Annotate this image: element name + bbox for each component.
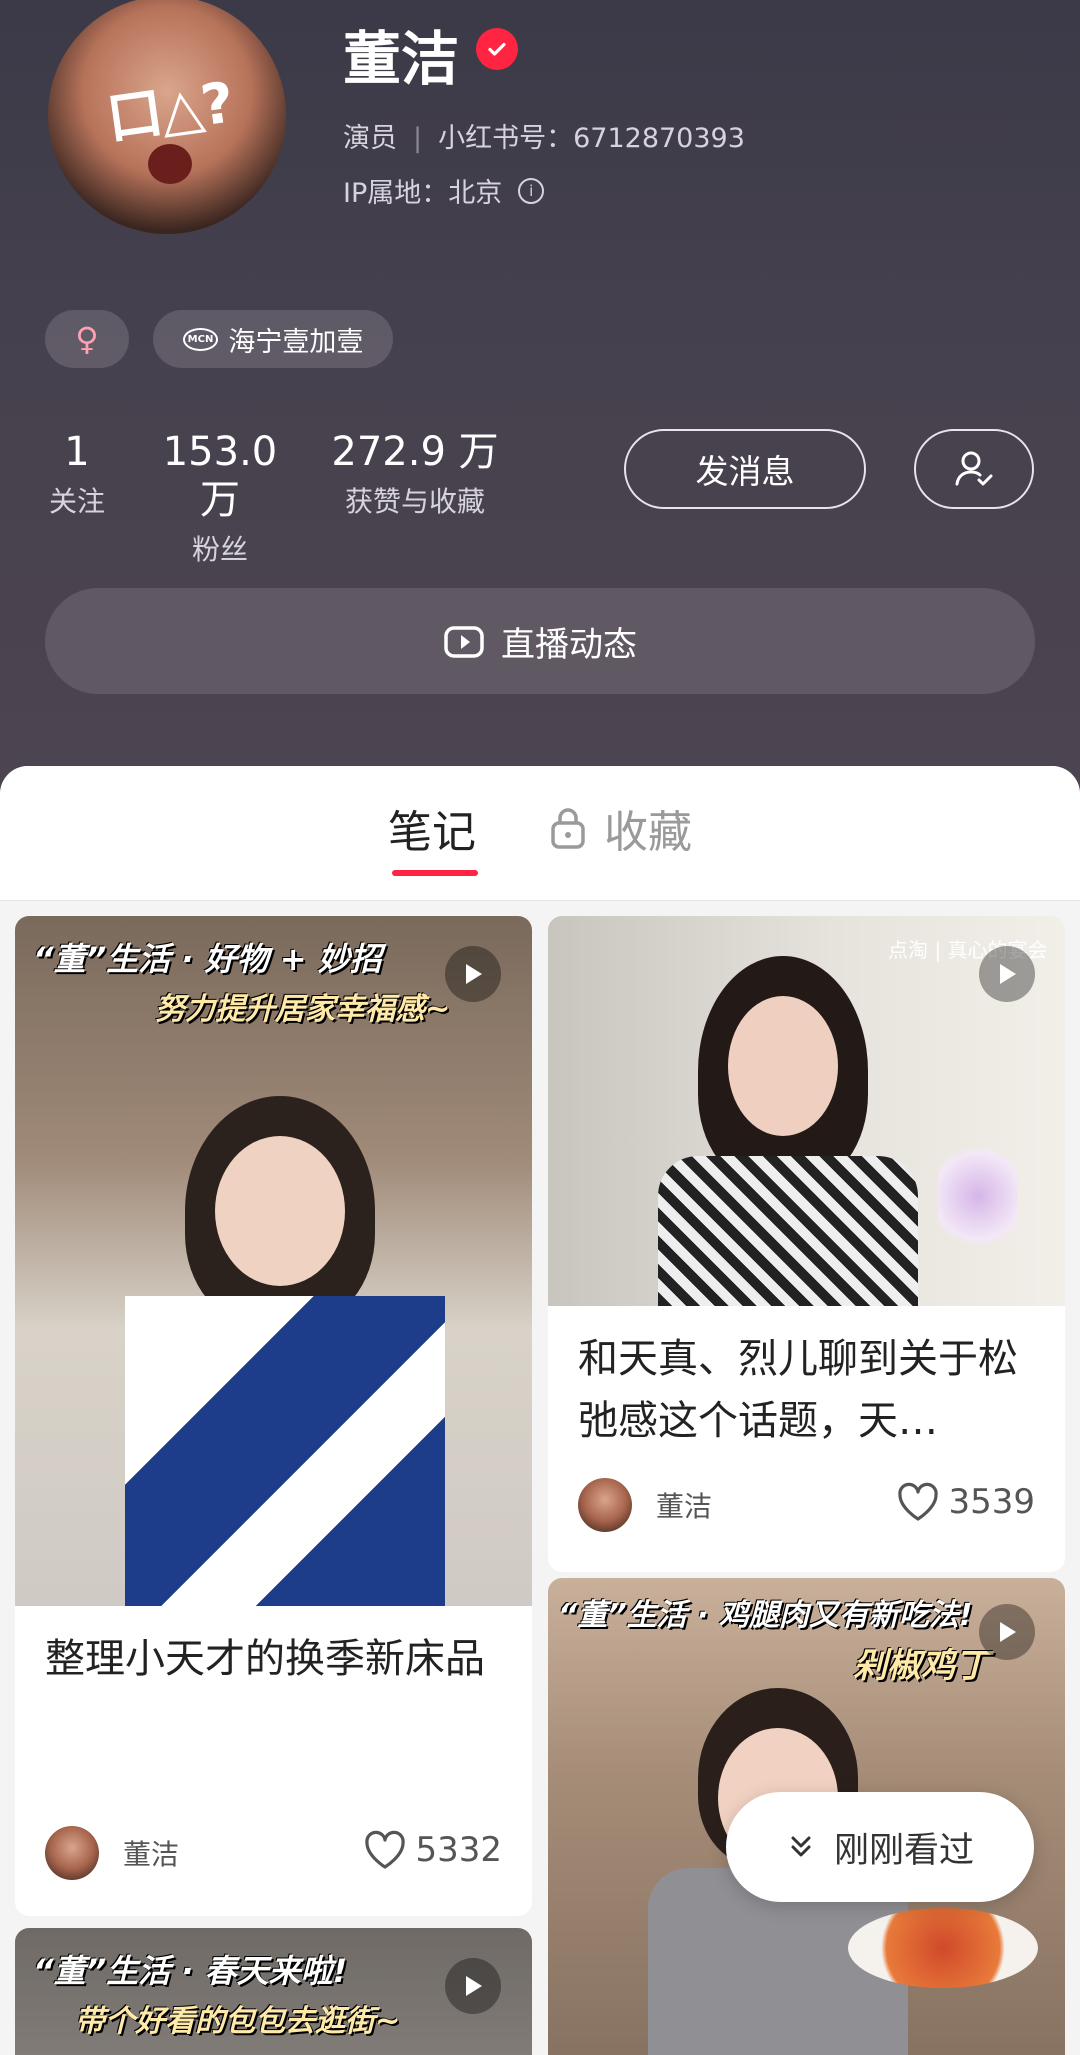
- active-tab-indicator: [392, 870, 478, 876]
- live-status-label: 直播动态: [501, 624, 637, 665]
- heart-icon: [365, 1830, 406, 1869]
- cover-text-line1: “董”生活 · 春天来啦!: [33, 1952, 348, 1990]
- note-author[interactable]: 董洁: [45, 1826, 179, 1880]
- stat-following-num: 1: [64, 429, 90, 475]
- mcn-icon: MCN: [182, 327, 219, 351]
- note-card[interactable]: “董”生活 · 春天来啦! 带个好看的包包去逛街~: [15, 1928, 532, 2055]
- like-count: 3539: [948, 1482, 1035, 1522]
- tab-notes[interactable]: 笔记: [388, 796, 476, 860]
- note-author[interactable]: 董洁: [578, 1478, 712, 1532]
- profile-role: 演员: [343, 123, 397, 154]
- profile-avatar[interactable]: 口△?: [48, 0, 286, 234]
- heart-icon: [898, 1482, 939, 1521]
- tab-collections[interactable]: 收藏: [548, 796, 692, 860]
- message-button[interactable]: 发消息: [624, 429, 866, 509]
- stat-following-label: 关注: [48, 485, 105, 518]
- gender-tag: ♀: [45, 310, 129, 368]
- play-icon: [445, 1958, 501, 2014]
- note-cover-image[interactable]: 点淘 | 真心的宴会: [548, 916, 1065, 1306]
- live-video-icon: [444, 626, 484, 658]
- content-tabs: 笔记 收藏: [0, 766, 1080, 901]
- cover-text-line1: “董”生活 · 鸡腿肉又有新吃法!: [558, 1598, 973, 1633]
- chevron-double-down-icon: [791, 1836, 811, 1857]
- live-status-button[interactable]: 直播动态: [45, 588, 1035, 694]
- profile-header: 口△? 董洁 演员 | 小红书号：6712870393 IP属地：北京 i ♀ MC…: [0, 0, 1080, 800]
- cover-text-line1: “董”生活 · 好物 + 妙招: [33, 940, 382, 978]
- note-cover-image[interactable]: “董”生活 · 春天来啦! 带个好看的包包去逛街~: [15, 1928, 532, 2055]
- note-author-name: 董洁: [123, 1838, 180, 1871]
- stat-fans[interactable]: 153.0 万 粉丝: [138, 428, 302, 568]
- info-icon[interactable]: i: [518, 177, 545, 204]
- cover-text-line2: 带个好看的包包去逛街~: [75, 2004, 401, 2039]
- play-icon: [445, 946, 501, 1002]
- stat-likes-label: 获赞与收藏: [344, 485, 485, 518]
- recently-viewed-button[interactable]: 刚刚看过: [726, 1792, 1034, 1902]
- play-icon: [979, 946, 1035, 1002]
- note-title: 整理小天才的换季新床品: [45, 1636, 485, 1682]
- tab-collections-label: 收藏: [604, 807, 692, 858]
- avatar-doodle: 口△?: [102, 70, 237, 153]
- like-button[interactable]: 5332: [363, 1830, 502, 1870]
- note-title: 和天真、烈儿聊到关于松弛感这个话题，天…: [578, 1336, 1018, 1444]
- stat-likes[interactable]: 272.9 万 获赞与收藏: [330, 428, 500, 520]
- profile-id: 小红书号：6712870393: [438, 123, 745, 154]
- ip-location: IP属地：北京 i: [343, 171, 545, 210]
- recently-viewed-label: 刚刚看过: [833, 1830, 974, 1871]
- note-card[interactable]: “董”生活 · 好物 + 妙招 努力提升居家幸福感~ 整理小天才的换季新床品 董…: [15, 916, 532, 1916]
- note-author-name: 董洁: [656, 1490, 713, 1523]
- like-count: 5332: [415, 1830, 502, 1870]
- profile-meta: 演员 | 小红书号：6712870393: [343, 123, 745, 154]
- avatar: [45, 1826, 99, 1880]
- profile-name: 董洁: [343, 25, 460, 93]
- user-check-icon: [955, 451, 993, 486]
- stat-following[interactable]: 1 关注: [44, 428, 110, 520]
- lock-icon: [551, 808, 585, 849]
- note-cover-image[interactable]: “董”生活 · 好物 + 妙招 努力提升居家幸福感~: [15, 916, 532, 1606]
- avatar: [578, 1478, 632, 1532]
- stat-fans-num: 153.0 万: [162, 429, 278, 523]
- female-icon: ♀: [75, 320, 99, 358]
- like-button[interactable]: 3539: [896, 1482, 1035, 1522]
- followed-button[interactable]: [914, 429, 1034, 509]
- mcn-label: 海宁壹加壹: [228, 326, 364, 358]
- note-card[interactable]: 点淘 | 真心的宴会 和天真、烈儿聊到关于松弛感这个话题，天… 董洁 3539: [548, 916, 1065, 1572]
- ip-label: IP属地：北京: [343, 178, 503, 209]
- verified-icon: [476, 28, 518, 70]
- play-icon: [979, 1604, 1035, 1660]
- stat-likes-num: 272.9 万: [331, 429, 499, 475]
- cover-text-line2: 剁椒鸡丁: [853, 1646, 989, 1686]
- cover-text-line2: 努力提升居家幸福感~: [155, 992, 451, 1027]
- mcn-tag[interactable]: MCN 海宁壹加壹: [153, 310, 393, 368]
- stat-fans-label: 粉丝: [191, 533, 248, 566]
